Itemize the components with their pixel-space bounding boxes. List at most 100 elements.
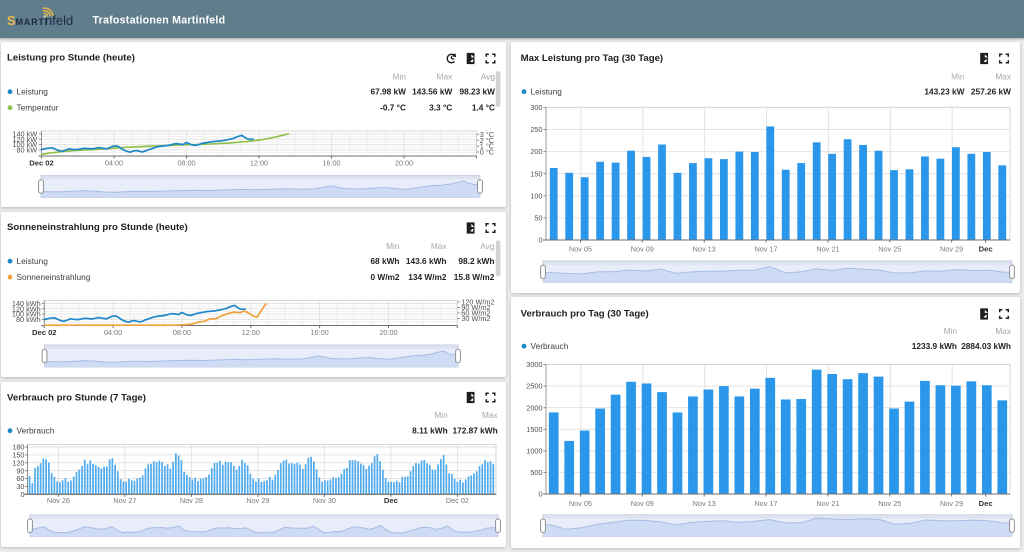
svg-text:20:00: 20:00	[395, 159, 413, 168]
svg-text:0: 0	[20, 490, 24, 499]
svg-text:08:00: 08:00	[177, 159, 195, 168]
svg-text:Verbrauch pro Tag (30 Tage): Verbrauch pro Tag (30 Tage)	[521, 309, 649, 320]
svg-text:Nov 29: Nov 29	[940, 499, 963, 508]
svg-text:Max: Max	[431, 241, 448, 251]
svg-text:Sonneneinstrahlung: Sonneneinstrahlung	[17, 272, 91, 282]
svg-text:300: 300	[530, 103, 542, 112]
svg-text:Dec 02: Dec 02	[446, 496, 469, 505]
svg-text:Nov 30: Nov 30	[313, 496, 336, 505]
svg-text:Nov 13: Nov 13	[693, 244, 716, 253]
svg-text:143.23 kW: 143.23 kW	[924, 87, 964, 97]
svg-text:Dec: Dec	[979, 244, 993, 253]
svg-text:150: 150	[530, 169, 542, 178]
svg-text:Nov 05: Nov 05	[569, 244, 592, 253]
svg-text:134 W/m2: 134 W/m2	[408, 272, 447, 282]
svg-text:0: 0	[538, 236, 542, 245]
svg-text:Max Leistung pro Tag (30 Tage): Max Leistung pro Tag (30 Tage)	[521, 53, 664, 64]
svg-text:0 W/m2: 0 W/m2	[370, 272, 399, 282]
svg-text:98.2 kWh: 98.2 kWh	[458, 256, 494, 266]
svg-text:1.4 °C: 1.4 °C	[472, 103, 495, 113]
svg-text:2500: 2500	[526, 382, 542, 391]
svg-text:04:00: 04:00	[105, 159, 123, 168]
svg-text:Nov 28: Nov 28	[180, 496, 203, 505]
svg-text:16:00: 16:00	[322, 159, 340, 168]
svg-text:2000: 2000	[526, 403, 542, 412]
svg-text:Nov 25: Nov 25	[878, 244, 901, 253]
svg-text:Min: Min	[386, 241, 400, 251]
svg-text:80 kW: 80 kW	[17, 146, 38, 155]
svg-text:143.6 kWh: 143.6 kWh	[406, 256, 447, 266]
svg-text:68 kWh: 68 kWh	[370, 256, 399, 266]
svg-text:80 kWh: 80 kWh	[16, 315, 41, 324]
svg-text:Nov 25: Nov 25	[878, 499, 901, 508]
svg-text:1233.9 kWh: 1233.9 kWh	[912, 341, 957, 351]
svg-text:30: 30	[16, 482, 24, 491]
svg-text:Nov 09: Nov 09	[631, 244, 654, 253]
svg-text:Min: Min	[944, 326, 958, 336]
svg-text:Min: Min	[434, 410, 448, 420]
svg-text:Verbrauch pro Stunde (7 Tage): Verbrauch pro Stunde (7 Tage)	[7, 393, 146, 404]
svg-text:Dec 02: Dec 02	[32, 328, 57, 337]
svg-text:Nov 17: Nov 17	[754, 499, 777, 508]
svg-text:Nov 21: Nov 21	[816, 499, 839, 508]
svg-text:Max: Max	[482, 410, 499, 420]
svg-text:90: 90	[16, 466, 24, 475]
svg-text:Nov 29: Nov 29	[940, 244, 963, 253]
svg-text:500: 500	[530, 468, 542, 477]
svg-text:Nov 27: Nov 27	[113, 496, 136, 505]
svg-text:200: 200	[530, 147, 542, 156]
svg-text:Temperatur: Temperatur	[17, 103, 59, 113]
svg-text:250: 250	[530, 125, 542, 134]
svg-text:Nov 29: Nov 29	[246, 496, 269, 505]
svg-text:Nov 17: Nov 17	[754, 244, 777, 253]
svg-text:180: 180	[12, 443, 24, 452]
svg-text:Nov 26: Nov 26	[47, 496, 70, 505]
svg-text:Avg: Avg	[481, 72, 496, 82]
svg-text:2884.03 kWh: 2884.03 kWh	[961, 341, 1011, 351]
svg-text:Leistung: Leistung	[531, 87, 563, 97]
svg-text:Leistung: Leistung	[17, 87, 49, 97]
svg-text:Nov 09: Nov 09	[631, 499, 654, 508]
svg-text:0: 0	[538, 490, 542, 499]
svg-text:Min: Min	[951, 72, 965, 82]
svg-text:Sonneneinstrahlung pro Stunde: Sonneneinstrahlung pro Stunde (heute)	[7, 222, 188, 233]
svg-text:60: 60	[16, 474, 24, 483]
svg-text:Max: Max	[437, 72, 454, 82]
svg-text:Verbrauch: Verbrauch	[531, 341, 569, 351]
svg-text:100: 100	[530, 191, 542, 200]
svg-text:Dec: Dec	[384, 496, 398, 505]
svg-text:150: 150	[12, 451, 24, 460]
svg-text:143.56 kW: 143.56 kW	[412, 87, 452, 97]
svg-text:0 °C: 0 °C	[480, 148, 494, 157]
svg-text:-0.7 °C: -0.7 °C	[380, 103, 406, 113]
svg-text:12:00: 12:00	[242, 328, 260, 337]
svg-text:30 W/m2: 30 W/m2	[461, 314, 490, 323]
svg-text:Dec: Dec	[979, 499, 993, 508]
svg-text:Max: Max	[995, 326, 1012, 336]
svg-text:08:00: 08:00	[173, 328, 191, 337]
svg-text:1000: 1000	[526, 446, 542, 455]
svg-text:67.98 kW: 67.98 kW	[370, 87, 406, 97]
svg-text:8.11 kWh: 8.11 kWh	[412, 426, 448, 436]
svg-text:Dec 02: Dec 02	[29, 159, 54, 168]
svg-text:Nov 13: Nov 13	[693, 499, 716, 508]
svg-text:12:00: 12:00	[250, 159, 268, 168]
svg-text:Verbrauch: Verbrauch	[17, 426, 55, 436]
svg-text:04:00: 04:00	[104, 328, 122, 337]
svg-text:15.8 W/m2: 15.8 W/m2	[454, 272, 495, 282]
svg-text:Nov 05: Nov 05	[569, 499, 592, 508]
svg-text:Max: Max	[995, 72, 1012, 82]
svg-text:Leistung pro Stunde (heute): Leistung pro Stunde (heute)	[7, 53, 135, 64]
svg-text:172.87 kWh: 172.87 kWh	[452, 426, 497, 436]
svg-text:Min: Min	[393, 72, 407, 82]
svg-text:3000: 3000	[526, 360, 542, 369]
svg-text:16:00: 16:00	[310, 328, 328, 337]
svg-text:Nov 21: Nov 21	[816, 244, 839, 253]
svg-text:3.3 °C: 3.3 °C	[429, 103, 452, 113]
svg-text:98.23 kW: 98.23 kW	[459, 87, 495, 97]
svg-text:Leistung: Leistung	[17, 256, 49, 266]
svg-text:20:00: 20:00	[379, 328, 397, 337]
svg-text:120: 120	[12, 458, 24, 467]
svg-text:Avg: Avg	[480, 241, 495, 251]
svg-text:1500: 1500	[526, 425, 542, 434]
